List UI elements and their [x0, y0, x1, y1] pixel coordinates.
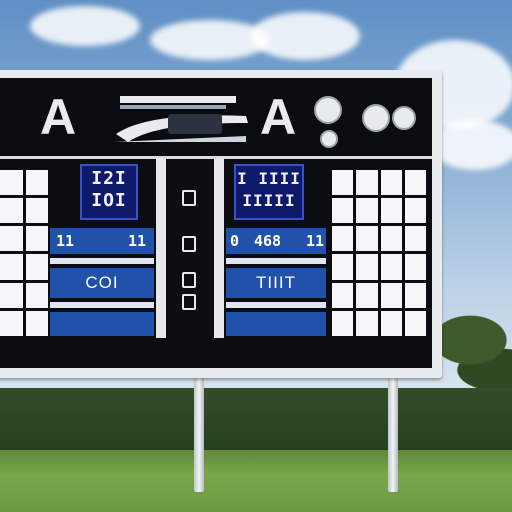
emblem-badge-icon — [320, 130, 338, 148]
tree-line — [0, 388, 512, 452]
left-bottom-stripe — [50, 312, 154, 336]
grid-cell — [25, 226, 48, 252]
right-stripe-value: 468 — [254, 232, 282, 250]
left-stripe-value: 11 — [56, 232, 75, 250]
right-display-screen: I IIII IIIII — [234, 164, 304, 220]
right-team-name: TIIIT — [256, 273, 296, 292]
grid-cell — [380, 282, 402, 308]
cloud — [430, 120, 512, 170]
grid-cell — [0, 170, 23, 196]
logo-header: A A — [0, 78, 432, 156]
logo-letter-left: A — [40, 89, 77, 145]
grid-cell — [356, 310, 378, 336]
grid-cell — [380, 170, 402, 196]
right-bottom-stripe — [226, 312, 326, 336]
scoreboard-panel: A A I2I IOI 11 11 COI I IIII IIIII 0 468… — [0, 78, 432, 368]
right-stripe-value: 0 — [230, 232, 240, 250]
grid-cell — [380, 310, 402, 336]
emblem-badge-icon — [392, 106, 416, 130]
grid-cell — [356, 226, 378, 252]
sign-post-left — [194, 376, 204, 492]
grid-cell — [380, 226, 402, 252]
grid-cell — [0, 198, 23, 224]
left-stripe-value: 11 — [128, 232, 147, 250]
cloud — [250, 12, 360, 60]
grid-cell — [404, 282, 426, 308]
grid-cell — [332, 310, 354, 336]
grid-cell — [356, 198, 378, 224]
right-stripe-value: 11 — [306, 232, 325, 250]
left-score-grid — [0, 170, 48, 336]
sign-post-right — [388, 376, 398, 492]
grid-cell — [25, 170, 48, 196]
grid-cell — [0, 254, 23, 280]
grid-cell — [404, 310, 426, 336]
center-divider — [214, 158, 224, 338]
grid-cell — [332, 254, 354, 280]
left-display-screen: I2I IOI — [80, 164, 138, 220]
indicator-lamp — [182, 272, 196, 288]
emblem-badge-icon — [362, 104, 390, 132]
grid-cell — [380, 198, 402, 224]
grid-cell — [332, 170, 354, 196]
grid-cell — [356, 254, 378, 280]
grid-cell — [25, 254, 48, 280]
right-stripe-light — [226, 258, 326, 264]
grid-cell — [356, 170, 378, 196]
indicator-lamp — [182, 236, 196, 252]
logo-swoosh-icon — [114, 96, 248, 142]
grid-cell — [404, 198, 426, 224]
right-score-grid — [332, 170, 426, 336]
grid-cell — [25, 198, 48, 224]
emblem-badge-icon — [314, 96, 342, 124]
grid-cell — [356, 282, 378, 308]
logo-letter-right: A — [260, 89, 297, 145]
left-team-name: COI — [85, 273, 119, 292]
indicator-lamp — [182, 294, 196, 310]
grid-cell — [332, 198, 354, 224]
grid-cell — [404, 254, 426, 280]
grid-cell — [25, 282, 48, 308]
grid-cell — [0, 310, 23, 336]
indicator-lamp — [182, 190, 196, 206]
scoreboard-sign: A A I2I IOI 11 11 COI I IIII IIIII 0 468… — [0, 70, 442, 378]
grass-field — [0, 450, 512, 512]
grid-cell — [380, 254, 402, 280]
grid-cell — [25, 310, 48, 336]
grid-cell — [404, 170, 426, 196]
cloud — [30, 6, 140, 46]
grid-cell — [332, 282, 354, 308]
grid-cell — [0, 226, 23, 252]
center-divider — [156, 158, 166, 338]
grid-cell — [332, 226, 354, 252]
right-stripe-light — [226, 302, 326, 308]
grid-cell — [0, 282, 23, 308]
left-stripe-light — [50, 258, 154, 264]
grid-cell — [404, 226, 426, 252]
left-stripe-light — [50, 302, 154, 308]
